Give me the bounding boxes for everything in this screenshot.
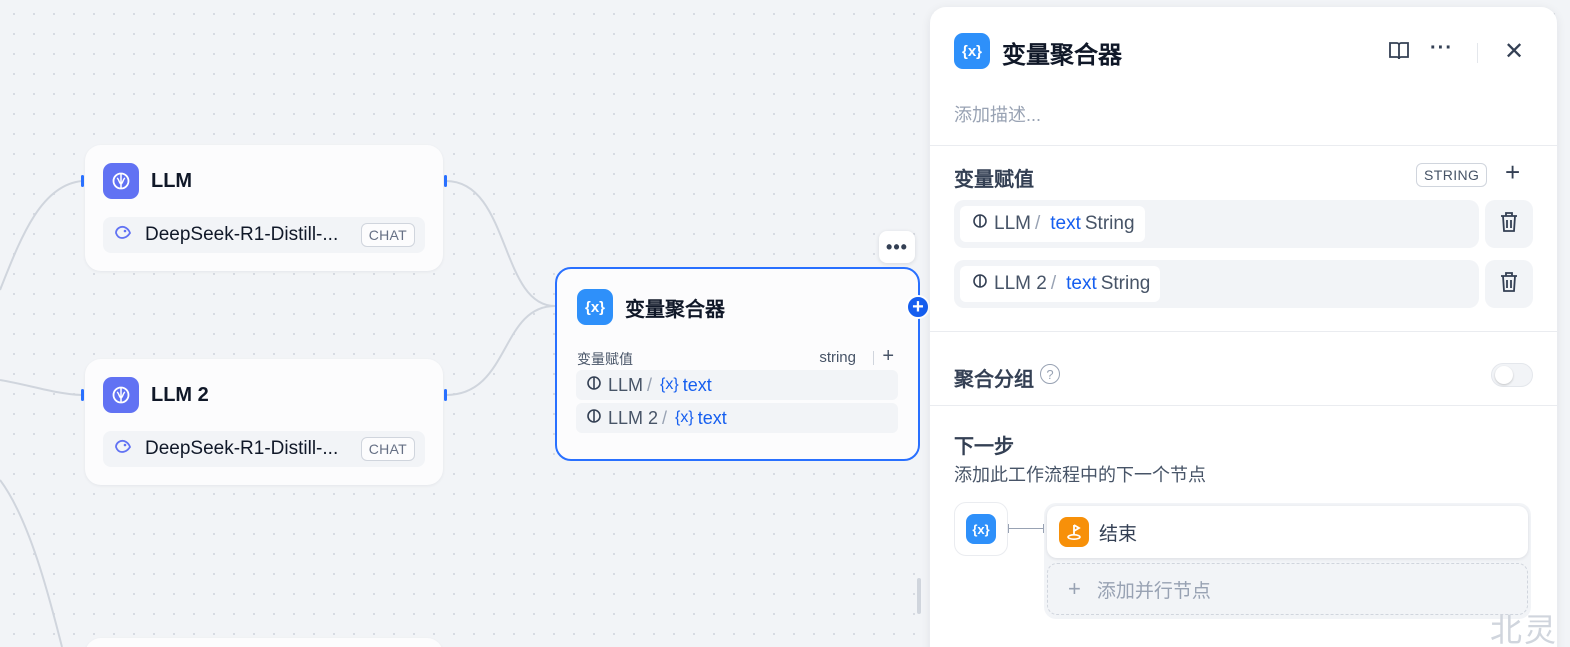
node-title: LLM xyxy=(151,169,193,192)
brain-icon xyxy=(103,163,139,199)
variable-icon: {x} xyxy=(660,376,679,393)
add-variable-button[interactable]: + xyxy=(1505,159,1520,185)
group-toggle[interactable] xyxy=(1491,363,1533,387)
help-icon[interactable]: ? xyxy=(1040,364,1060,384)
flag-icon xyxy=(1059,517,1089,547)
model-selector[interactable]: DeepSeek-R1-Distill-... CHAT xyxy=(103,217,425,253)
variable-icon: {x} xyxy=(577,289,613,325)
variable-row[interactable]: LLM / text String xyxy=(954,200,1479,248)
model-name: DeepSeek-R1-Distill-... xyxy=(145,224,339,245)
connector-line xyxy=(1008,524,1044,533)
source-node: LLM xyxy=(608,374,644,395)
delete-button[interactable] xyxy=(1485,200,1533,248)
partial-node[interactable] xyxy=(85,638,443,647)
node-more-button[interactable]: ••• xyxy=(879,231,915,263)
edge-lower-left xyxy=(0,479,63,647)
variable-icon: {x} xyxy=(675,409,694,426)
plus-icon: + xyxy=(1068,576,1081,601)
edge-llm-to-agg xyxy=(445,180,556,307)
separator: / xyxy=(1050,273,1057,294)
source-node: LLM 2 xyxy=(608,407,659,428)
variable-name: text xyxy=(1050,213,1081,234)
variable-type: String xyxy=(1084,213,1135,234)
more-icon[interactable]: ··· xyxy=(1430,37,1453,60)
model-selector[interactable]: DeepSeek-R1-Distill-... CHAT xyxy=(103,431,425,467)
node-title: 变量聚合器 xyxy=(625,298,725,321)
add-parallel-label: 添加并行节点 xyxy=(1096,580,1211,602)
section-title: 聚合分组 xyxy=(954,369,1034,391)
brain-icon xyxy=(972,273,988,295)
llm-node[interactable]: LLM DeepSeek-R1-Distill-... CHAT xyxy=(85,145,443,271)
edge-llm2-to-agg xyxy=(445,305,556,396)
current-node-chip: {x} xyxy=(954,502,1008,556)
output-handle[interactable] xyxy=(444,389,447,401)
end-node-item[interactable]: 结束 xyxy=(1047,506,1528,558)
divider xyxy=(1477,43,1478,63)
deepseek-icon xyxy=(113,224,133,247)
divider xyxy=(930,331,1557,332)
separator: / xyxy=(662,407,668,428)
variable-row[interactable]: LLM 2 / {x} text xyxy=(576,403,898,433)
separator: / xyxy=(1034,213,1041,234)
node-settings-panel: {x} 变量聚合器 ··· ✕ 添加描述... 变量赋值 STRING + LL… xyxy=(930,7,1557,647)
model-name: DeepSeek-R1-Distill-... xyxy=(145,438,339,459)
input-handle[interactable] xyxy=(81,389,84,401)
delete-button[interactable] xyxy=(1485,260,1533,308)
end-node-label: 结束 xyxy=(1099,523,1138,545)
source-node: LLM xyxy=(994,213,1031,234)
type-badge: STRING xyxy=(1416,163,1488,187)
panel-title[interactable]: 变量聚合器 xyxy=(1002,35,1122,70)
brain-icon xyxy=(972,213,988,235)
type-label: string xyxy=(819,349,856,366)
variable-icon: {x} xyxy=(954,33,990,69)
input-handle[interactable] xyxy=(81,175,84,187)
divider xyxy=(873,351,874,365)
edge-in-llm xyxy=(0,180,83,291)
divider xyxy=(930,405,1557,406)
variable-row[interactable]: LLM / {x} text xyxy=(576,370,898,400)
node-title: LLM 2 xyxy=(151,383,209,406)
variable-row[interactable]: LLM 2 / text String xyxy=(954,260,1479,308)
mode-badge: CHAT xyxy=(360,223,415,247)
brain-icon xyxy=(586,375,602,396)
output-handle[interactable] xyxy=(444,175,447,187)
panel-resize-handle[interactable] xyxy=(917,578,921,614)
llm2-node[interactable]: LLM 2 DeepSeek-R1-Distill-... CHAT xyxy=(85,359,443,485)
variable-name: text xyxy=(1066,273,1097,294)
variable-name: text xyxy=(682,374,712,395)
separator: / xyxy=(647,374,653,395)
watermark: 北灵 xyxy=(1490,612,1559,647)
deepseek-icon xyxy=(113,438,133,461)
section-title: 下一步 xyxy=(954,436,1014,458)
add-parallel-node-button[interactable]: + 添加并行节点 xyxy=(1047,563,1528,615)
source-node: LLM 2 xyxy=(994,273,1047,294)
trash-icon xyxy=(1499,211,1519,238)
brain-icon xyxy=(103,377,139,413)
variable-type: String xyxy=(1100,273,1151,294)
section-subtitle: 添加此工作流程中的下一个节点 xyxy=(954,465,1206,485)
edge-in-llm2 xyxy=(0,379,83,396)
aggregator-node[interactable]: {x} 变量聚合器 变量赋值 string + LLM / {x} text L… xyxy=(555,267,920,461)
brain-icon xyxy=(586,408,602,429)
section-title: 变量赋值 xyxy=(954,169,1034,191)
section-label: 变量赋值 xyxy=(577,351,633,367)
variable-chip[interactable]: LLM / text String xyxy=(960,206,1145,242)
description-input[interactable]: 添加描述... xyxy=(954,101,1041,127)
variable-chip[interactable]: LLM 2 / text String xyxy=(960,266,1161,302)
add-next-node-button[interactable]: + xyxy=(906,295,930,319)
mode-badge: CHAT xyxy=(360,437,415,461)
book-icon[interactable] xyxy=(1388,41,1410,66)
close-icon[interactable]: ✕ xyxy=(1504,37,1524,66)
divider xyxy=(930,145,1557,146)
trash-icon xyxy=(1499,271,1519,298)
variable-icon: {x} xyxy=(966,514,996,544)
add-variable-button[interactable]: + xyxy=(882,345,894,368)
variable-name: text xyxy=(697,407,727,428)
